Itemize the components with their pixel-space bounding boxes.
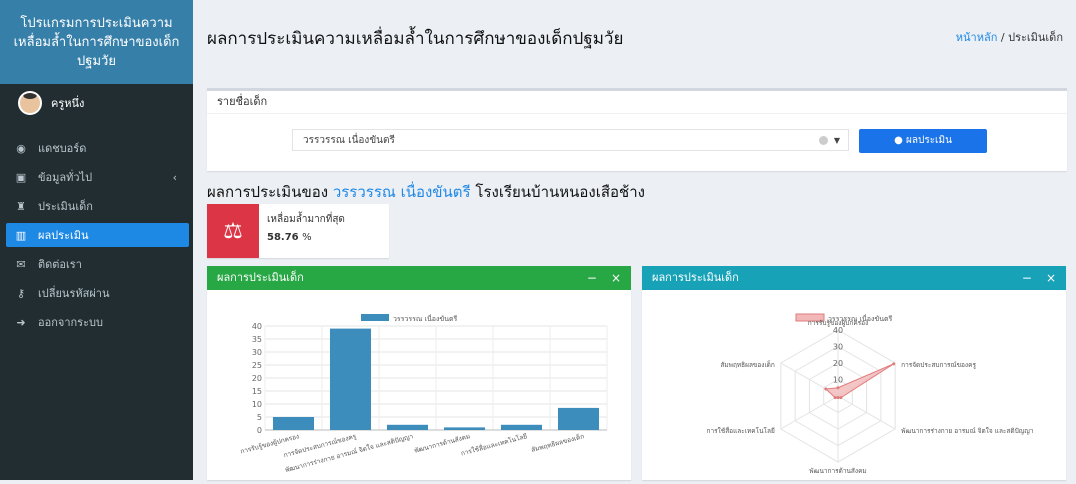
balance-scale-icon: ⚖ xyxy=(207,204,259,258)
legend-swatch xyxy=(361,314,389,321)
bar-panel-header: ผลการประเมินเด็ก − × xyxy=(207,266,631,290)
bar-panel-title: ผลการประเมินเด็ก xyxy=(217,271,304,284)
sidebar-item-change-password[interactable]: ⚷ เปลี่ยนรหัสผ่าน xyxy=(0,281,193,305)
sidebar-item-contact[interactable]: ✉ ติดต่อเรา xyxy=(0,252,193,276)
breadcrumb: หน้าหลัก / ประเมินเด็ก xyxy=(956,28,1063,46)
clear-icon[interactable] xyxy=(819,136,828,145)
radar-chart: วรรวรรณ เนื่องขันตรี10203040การรับรู้ของ… xyxy=(707,313,1034,475)
sidebar-item-dashboard[interactable]: ◉ แดชบอร์ด xyxy=(0,136,193,160)
inequality-stat-box: ⚖ เหลื่อมล้ำมากที่สุด 58.76 % xyxy=(207,204,389,258)
y-tick-label: 0 xyxy=(257,426,262,435)
radar-chart-panel: ผลการประเมินเด็ก − × วรรวรรณ เนื่องขันตรี… xyxy=(642,266,1066,480)
sidebar-menu: ◉ แดชบอร์ด ▣ ข้อมูลทั่วไป ‹ ♜ ประเมินเด็ก ▥ ผ… xyxy=(0,136,193,334)
y-tick-label: 15 xyxy=(252,387,262,396)
radar-axis-label: การใช้สื่อและเทคโนโลยี xyxy=(707,426,775,435)
radar-point xyxy=(824,387,828,391)
user-name: ครูหนึ่ง xyxy=(51,97,85,110)
sidebar-item-general-info[interactable]: ▣ ข้อมูลทั่วไป ‹ xyxy=(0,165,193,189)
radar-point xyxy=(836,386,840,390)
stat-value: 58.76 % xyxy=(267,232,312,243)
radar-axis-label: สัมพฤทธิผลของเด็ก xyxy=(720,360,774,369)
bar xyxy=(386,424,429,430)
page-title: ผลการประเมินความเหลื่อมล้ำในการศึกษาของเ… xyxy=(207,29,624,49)
school-name: โรงเรียนบ้านหนองเสือช้าง xyxy=(475,183,645,201)
x-tick-label: การใช้สื่อและเทคโนโลยี xyxy=(460,431,528,457)
sidebar-item-results[interactable]: ▥ ผลประเมิน xyxy=(6,223,189,247)
sidebar-item-label: เปลี่ยนรหัสผ่าน xyxy=(38,287,110,300)
sidebar-item-label: ออกจากระบบ xyxy=(38,316,103,329)
radar-axis-label: พัฒนาการด้านสังคม xyxy=(809,467,866,475)
bar xyxy=(500,424,543,430)
avatar xyxy=(18,91,42,115)
bar-chart-panel: ผลการประเมินเด็ก − × วรรวรรณ เนื่องขันตรี… xyxy=(207,266,631,480)
student-box-title: รายชื่อเด็ก xyxy=(207,91,1067,114)
result-heading: ผลการประเมินของ วรรวรรณ เนื่องขันตรี โรง… xyxy=(207,180,645,204)
id-card-icon: ▣ xyxy=(15,170,27,184)
y-tick-label: 5 xyxy=(257,413,262,422)
sidebar-item-logout[interactable]: ➜ ออกจากระบบ xyxy=(0,310,193,334)
bar xyxy=(329,328,372,430)
student-select-box: รายชื่อเด็ก วรรวรรณ เนื่องขันตรี ▼ ● ผลป… xyxy=(207,88,1067,171)
key-icon: ⚷ xyxy=(16,286,26,300)
radar-axis-label: พัฒนาการร่างกาย อารมณ์ จิตใจ และสติปัญญา xyxy=(901,427,1034,435)
stat-number: 58.76 xyxy=(267,232,299,243)
legend-label: วรรวรรณ เนื่องขันตรี xyxy=(393,314,458,323)
trophy-icon: ♜ xyxy=(16,199,26,213)
close-icon[interactable]: × xyxy=(611,271,621,285)
close-icon[interactable]: × xyxy=(1046,271,1056,285)
dashboard-icon: ◉ xyxy=(16,141,26,155)
breadcrumb-home-link[interactable]: หน้าหลัก xyxy=(956,31,998,44)
panel-tools: − × xyxy=(1008,266,1056,290)
view-result-button-label: ผลประเมิน xyxy=(905,135,952,146)
sidebar-item-label: ข้อมูลทั่วไป xyxy=(38,171,93,184)
y-tick-label: 20 xyxy=(252,374,262,383)
radar-point xyxy=(839,396,843,400)
y-tick-label: 25 xyxy=(252,361,262,370)
stat-label: เหลื่อมล้ำมากที่สุด xyxy=(267,214,345,225)
breadcrumb-separator: / xyxy=(1000,31,1005,44)
bar-chart: วรรวรรณ เนื่องขันตรี0510152025303540การร… xyxy=(240,314,608,474)
sidebar-item-label: แดชบอร์ด xyxy=(38,142,87,155)
radar-point xyxy=(892,362,896,366)
sign-out-icon: ➜ xyxy=(16,315,26,329)
app-brand[interactable]: โปรแกรมการประเมินความเหลื่อมล้ำในการศึกษ… xyxy=(0,0,193,84)
breadcrumb-current: ประเมินเด็ก xyxy=(1008,31,1063,44)
radar-axis-label: การรับรู้ของผู้ปกครอง xyxy=(808,319,869,327)
bar xyxy=(443,427,486,430)
chevron-left-icon: ‹ xyxy=(172,170,177,184)
radar-axis-label: การจัดประสบการณ์ของครู xyxy=(901,361,976,369)
stat-unit: % xyxy=(302,232,312,243)
student-select-value: วรรวรรณ เนื่องขันตรี xyxy=(303,135,395,146)
main-content: ผลการประเมินความเหลื่อมล้ำในการศึกษาของเ… xyxy=(193,0,1076,480)
radar-panel-header: ผลการประเมินเด็ก − × xyxy=(642,266,1066,290)
minimize-icon[interactable]: − xyxy=(587,271,597,285)
bar xyxy=(272,417,315,430)
y-tick-label: 10 xyxy=(252,400,262,409)
sidebar-item-label: ผลประเมิน xyxy=(38,229,89,242)
radar-point xyxy=(836,396,840,400)
bar xyxy=(557,407,600,430)
envelope-icon: ✉ xyxy=(16,257,26,271)
result-prefix: ผลการประเมินของ xyxy=(207,183,329,201)
sidebar: โปรแกรมการประเมินความเหลื่อมล้ำในการศึกษ… xyxy=(0,0,193,480)
x-tick-label: สัมพฤทธิผลของเด็ก xyxy=(530,431,585,454)
student-name: วรรวรรณ เนื่องขันตรี xyxy=(332,183,471,201)
sidebar-item-label: ประเมินเด็ก xyxy=(38,200,93,213)
panel-tools: − × xyxy=(573,266,621,290)
minimize-icon[interactable]: − xyxy=(1022,271,1032,285)
user-panel: ครูหนึ่ง xyxy=(0,84,193,122)
y-tick-label: 30 xyxy=(252,348,262,357)
y-tick-label: 40 xyxy=(252,322,262,331)
table-icon: ▥ xyxy=(15,228,27,242)
caret-down-icon[interactable]: ▼ xyxy=(834,130,840,152)
radar-point xyxy=(833,396,837,400)
view-result-button[interactable]: ● ผลประเมิน xyxy=(859,129,987,153)
y-tick-label: 35 xyxy=(252,335,262,344)
comment-icon: ● xyxy=(894,135,903,146)
sidebar-item-label: ติดต่อเรา xyxy=(38,258,82,271)
sidebar-item-evaluate[interactable]: ♜ ประเมินเด็ก xyxy=(0,194,193,218)
radar-panel-title: ผลการประเมินเด็ก xyxy=(652,271,739,284)
student-select[interactable]: วรรวรรณ เนื่องขันตรี ▼ xyxy=(292,129,849,151)
